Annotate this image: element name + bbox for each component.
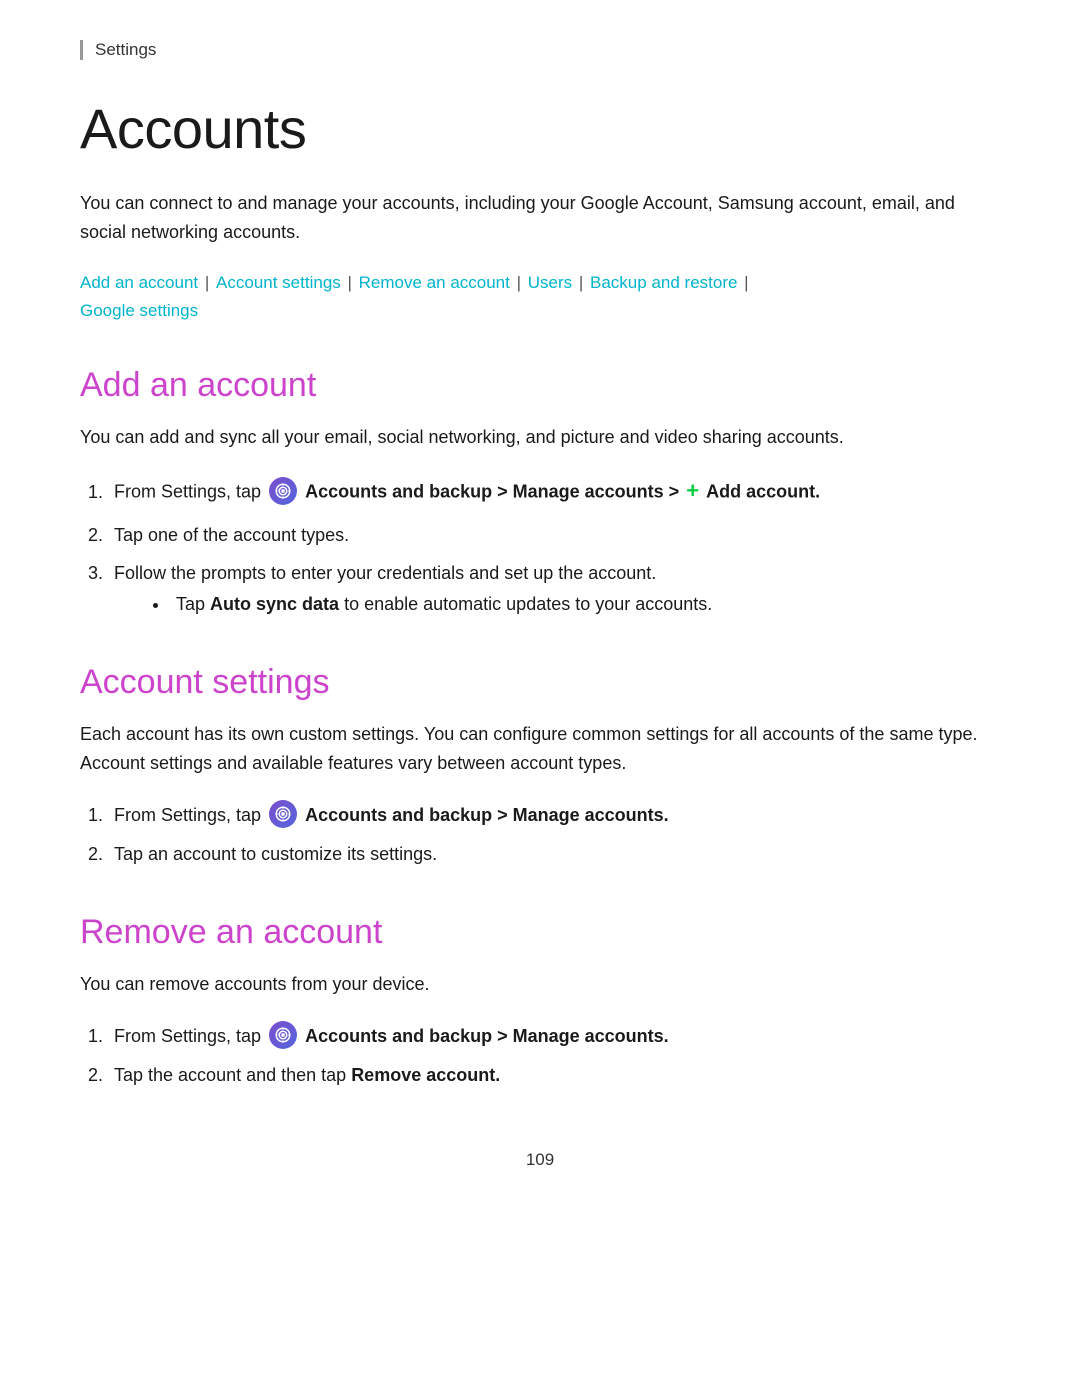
step-2-add-account: Tap one of the account types. [108, 520, 1000, 551]
nav-link-add-account[interactable]: Add an account [80, 273, 198, 292]
plus-icon: + [686, 472, 699, 509]
separator-3: | [512, 273, 526, 292]
steps-list-add-account: From Settings, tap Accounts and backup >… [108, 474, 1000, 619]
bullet-item-auto-sync: Tap Auto sync data to enable automatic u… [170, 589, 1000, 620]
section-remove-account: Remove an account You can remove account… [80, 913, 1000, 1090]
step-1-bold-text: Accounts and backup > Manage accounts > [305, 482, 679, 502]
page-title: Accounts [80, 96, 1000, 161]
page-number: 109 [80, 1150, 1000, 1170]
step-1-account-settings: From Settings, tap Accounts and backup >… [108, 800, 1000, 831]
section-title-add-account: Add an account [80, 366, 1000, 405]
nav-link-users[interactable]: Users [528, 273, 572, 292]
settings-icon-3 [269, 1021, 297, 1049]
settings-icon-2 [269, 800, 297, 828]
separator-4: | [574, 273, 588, 292]
separator-5: | [739, 273, 748, 292]
step-1-add-bold: Add account. [706, 482, 820, 502]
steps-list-account-settings: From Settings, tap Accounts and backup >… [108, 800, 1000, 869]
steps-list-remove-account: From Settings, tap Accounts and backup >… [108, 1021, 1000, 1090]
nav-link-backup-restore[interactable]: Backup and restore [590, 273, 737, 292]
nav-link-account-settings[interactable]: Account settings [216, 273, 341, 292]
breadcrumb-label: Settings [80, 40, 1000, 60]
nav-links-container: Add an account | Account settings | Remo… [80, 269, 1000, 327]
nav-link-google-settings[interactable]: Google settings [80, 301, 198, 320]
section-desc-account-settings: Each account has its own custom settings… [80, 720, 1000, 778]
step-2-account-settings: Tap an account to customize its settings… [108, 839, 1000, 870]
section-account-settings: Account settings Each account has its ow… [80, 663, 1000, 869]
step-1-add-account: From Settings, tap Accounts and backup >… [108, 474, 1000, 511]
step-1-remove-account-bold: Accounts and backup > Manage accounts. [305, 1026, 669, 1046]
step-1-account-settings-bold: Accounts and backup > Manage accounts. [305, 805, 669, 825]
intro-paragraph: You can connect to and manage your accou… [80, 189, 1000, 247]
section-desc-remove-account: You can remove accounts from your device… [80, 970, 1000, 999]
step-3-add-account: Follow the prompts to enter your credent… [108, 558, 1000, 619]
section-desc-add-account: You can add and sync all your email, soc… [80, 423, 1000, 452]
section-title-remove-account: Remove an account [80, 913, 1000, 952]
section-add-account: Add an account You can add and sync all … [80, 366, 1000, 619]
settings-breadcrumb: Settings [80, 40, 1000, 60]
step-2-remove-account: Tap the account and then tap Remove acco… [108, 1060, 1000, 1091]
separator-1: | [200, 273, 214, 292]
bullet-list-add-account: Tap Auto sync data to enable automatic u… [170, 589, 1000, 620]
step-1-remove-account: From Settings, tap Accounts and backup >… [108, 1021, 1000, 1052]
nav-link-remove-account[interactable]: Remove an account [359, 273, 510, 292]
settings-icon-1 [269, 477, 297, 505]
separator-2: | [343, 273, 357, 292]
section-title-account-settings: Account settings [80, 663, 1000, 702]
